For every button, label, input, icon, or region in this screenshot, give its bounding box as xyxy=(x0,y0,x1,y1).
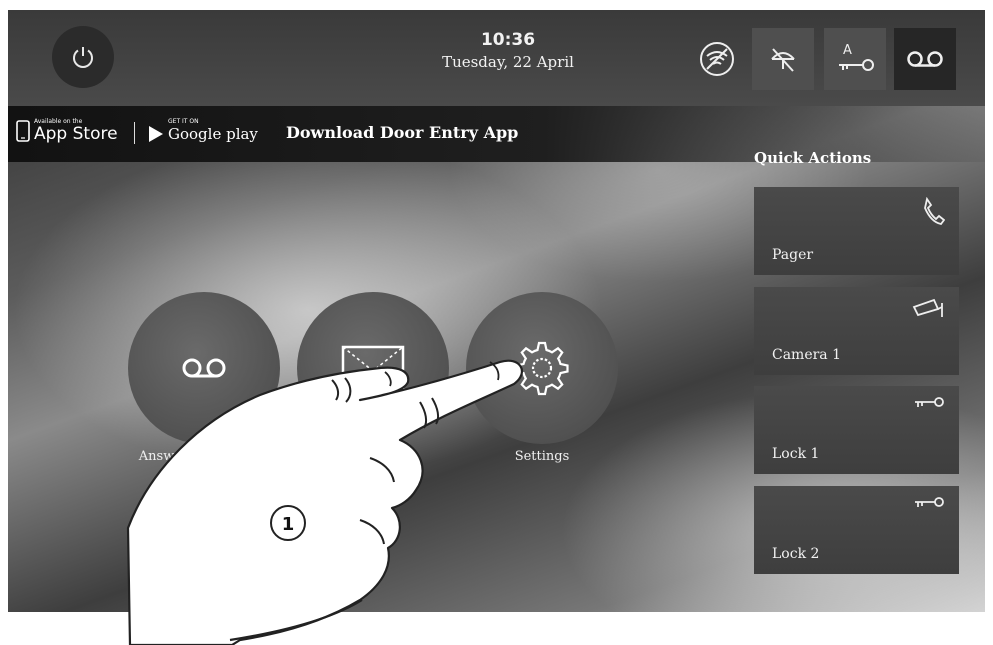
quick-action-lock-2[interactable]: Lock 2 xyxy=(754,486,959,574)
google-play-text: Google play xyxy=(168,125,258,143)
settings-button[interactable] xyxy=(466,292,618,444)
power-button[interactable] xyxy=(52,26,114,88)
google-play-badge[interactable]: GET IT ON Google play xyxy=(148,118,258,143)
svg-text:A: A xyxy=(843,43,852,58)
quick-action-pager[interactable]: Pager xyxy=(754,187,959,275)
voicemail-icon xyxy=(907,51,943,67)
banner-divider xyxy=(134,122,135,144)
quick-action-label: Lock 2 xyxy=(772,546,820,562)
clock-date: Tuesday, 22 April xyxy=(442,53,574,71)
lock-status[interactable]: A xyxy=(824,28,886,90)
sensor-off-icon xyxy=(771,48,795,72)
answering-machine-button[interactable] xyxy=(128,292,280,444)
phone-device-icon xyxy=(16,119,30,142)
key-icon xyxy=(915,397,944,407)
quick-action-camera-1[interactable]: Camera 1 xyxy=(754,287,959,375)
gear-icon xyxy=(515,341,569,396)
lock-a-key-icon: A xyxy=(839,43,874,71)
quick-action-label: Pager xyxy=(772,247,814,263)
wifi-off-icon xyxy=(700,42,734,76)
power-icon xyxy=(73,47,93,68)
envelope-icon xyxy=(341,345,405,391)
clock-time: 10:36 xyxy=(480,30,536,50)
messages-button[interactable] xyxy=(297,292,449,444)
quick-action-lock-1[interactable]: Lock 1 xyxy=(754,386,959,474)
answering-machine-label: Answering machine xyxy=(138,449,270,464)
clock: 10:36 Tuesday, 22 April xyxy=(408,30,608,71)
phone-icon xyxy=(924,197,945,225)
google-play-small-text: GET IT ON xyxy=(168,118,199,125)
app-store-text: App Store xyxy=(34,124,118,144)
quick-actions-title: Quick Actions xyxy=(754,149,872,167)
door-entry-screen: 10:36 Tuesday, 22 April A Available on t… xyxy=(8,10,985,612)
settings-label: Settings xyxy=(514,449,570,464)
top-bar: 10:36 Tuesday, 22 April A xyxy=(8,10,985,106)
voicemail-status[interactable] xyxy=(894,28,956,90)
quick-action-label: Lock 1 xyxy=(772,446,820,462)
banner-title: Download Door Entry App xyxy=(286,123,519,142)
voicemail-icon xyxy=(182,358,226,378)
quick-action-label: Camera 1 xyxy=(772,347,842,363)
play-icon xyxy=(149,125,163,142)
sensor-status[interactable] xyxy=(752,28,814,90)
app-store-badge[interactable]: Available on the App Store xyxy=(16,118,118,143)
key-icon xyxy=(915,497,944,507)
wifi-status[interactable] xyxy=(686,28,748,90)
camera-icon xyxy=(912,298,943,317)
